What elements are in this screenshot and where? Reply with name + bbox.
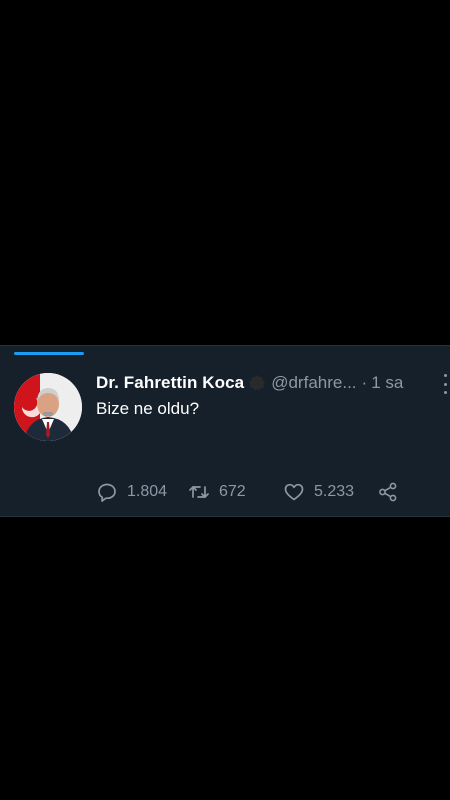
- tweet-card[interactable]: Dr. Fahrettin Koca @drfahre... · 1 sa Bi…: [0, 345, 450, 517]
- retweet-count: 672: [219, 483, 246, 500]
- display-name[interactable]: Dr. Fahrettin Koca: [96, 373, 244, 393]
- tweet-actions: 1.804 672 5.233: [96, 481, 399, 503]
- more-vertical-icon[interactable]: [442, 374, 448, 394]
- header-separator: ·: [361, 373, 368, 392]
- reply-count: 1.804: [127, 483, 168, 500]
- retweet-button[interactable]: 672: [188, 481, 283, 503]
- heart-icon: [283, 481, 305, 503]
- share-icon: [377, 481, 399, 503]
- tweet-timestamp[interactable]: 1 sa: [371, 373, 403, 393]
- like-button[interactable]: 5.233: [283, 481, 377, 503]
- like-count: 5.233: [314, 483, 355, 500]
- reply-button[interactable]: 1.804: [96, 481, 188, 503]
- tweet-text: Bize ne oldu?: [96, 399, 200, 418]
- verified-badge-icon: [248, 374, 266, 392]
- user-handle[interactable]: @drfahre...: [271, 373, 356, 393]
- loading-progress-bar: [14, 352, 84, 355]
- retweet-icon: [188, 481, 210, 503]
- reply-icon: [96, 481, 118, 503]
- share-button[interactable]: [377, 481, 399, 503]
- tweet-header: Dr. Fahrettin Koca @drfahre... · 1 sa: [96, 372, 450, 394]
- avatar[interactable]: [14, 373, 82, 441]
- screen: Dr. Fahrettin Koca @drfahre... · 1 sa Bi…: [0, 0, 450, 800]
